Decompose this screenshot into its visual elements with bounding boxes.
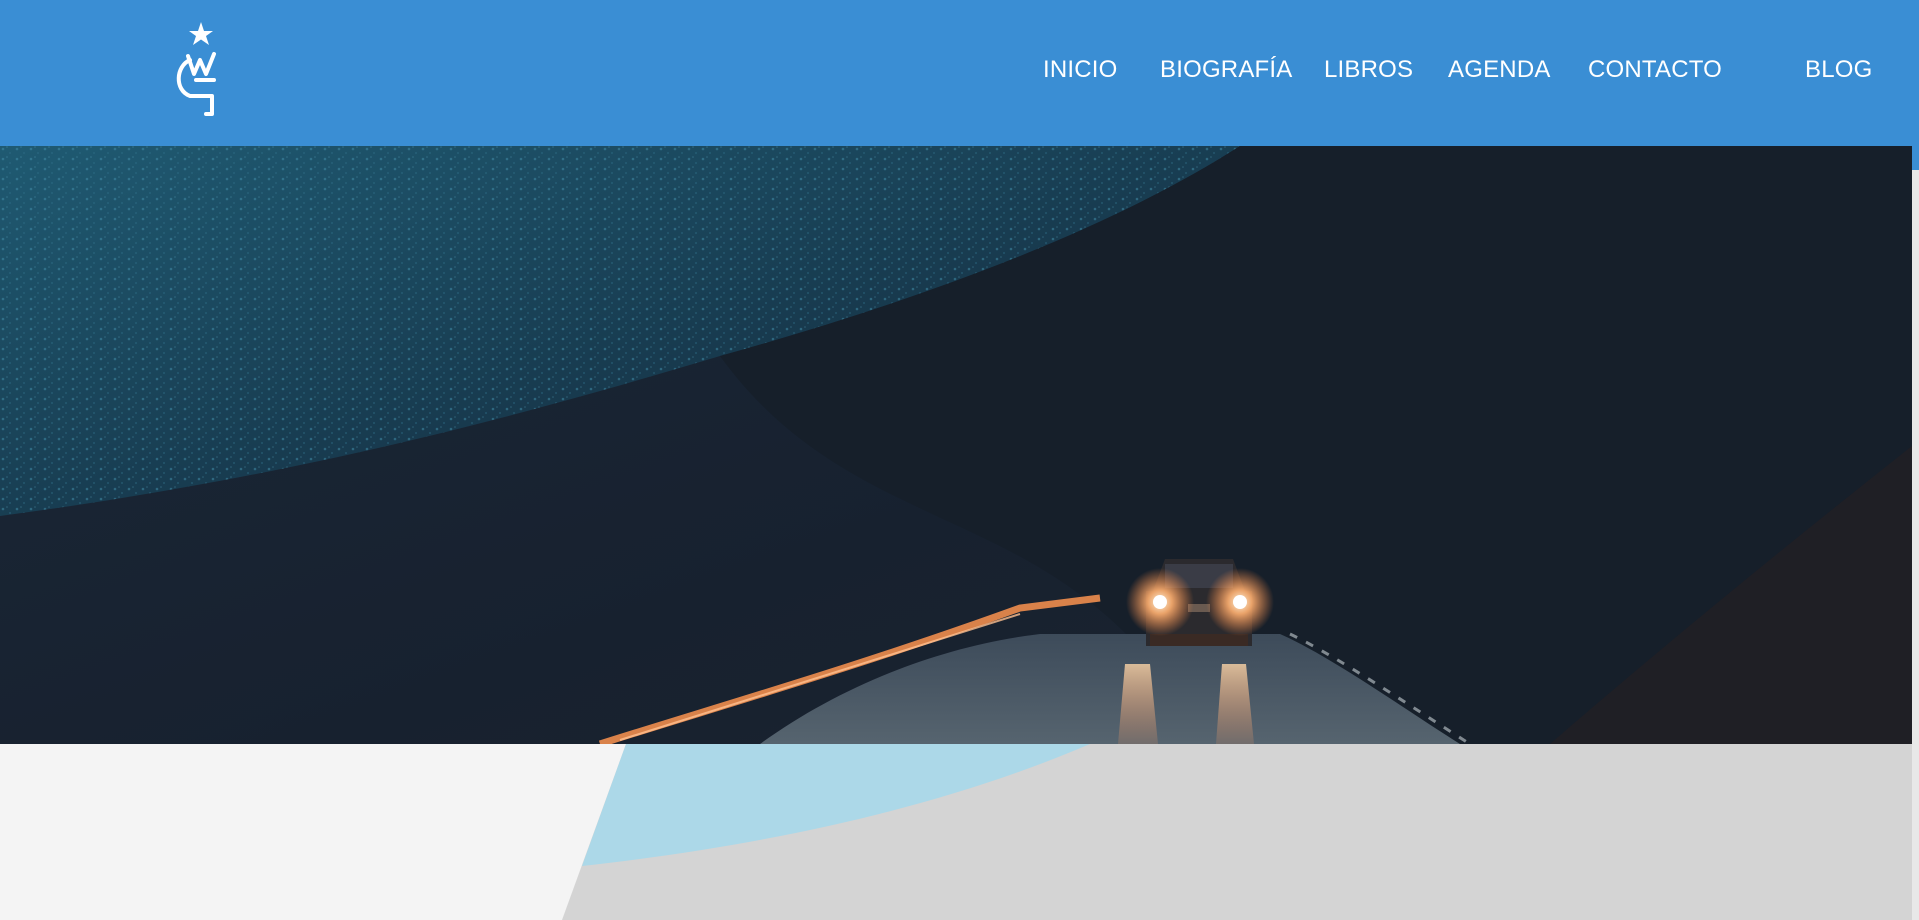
- scrollbar-track[interactable]: [1912, 146, 1919, 920]
- main-nav: INICIO BIOGRAFÍA LIBROS AGENDA CONTACTO …: [0, 0, 1919, 146]
- scrollbar-thumb[interactable]: [1912, 146, 1919, 170]
- nav-item-blog[interactable]: BLOG: [1805, 56, 1873, 84]
- page: INICIO BIOGRAFÍA LIBROS AGENDA CONTACTO …: [0, 0, 1919, 920]
- nav-item-biografia[interactable]: BIOGRAFÍA: [1160, 56, 1293, 84]
- nav-item-contacto[interactable]: CONTACTO: [1588, 56, 1722, 84]
- nav-item-inicio[interactable]: INICIO: [1043, 56, 1118, 84]
- nav-item-agenda[interactable]: AGENDA: [1448, 56, 1551, 84]
- nav-item-libros[interactable]: LIBROS: [1324, 56, 1413, 84]
- decorative-shapes: [0, 744, 1912, 920]
- hero-image: [0, 146, 1912, 744]
- site-header: INICIO BIOGRAFÍA LIBROS AGENDA CONTACTO …: [0, 0, 1919, 146]
